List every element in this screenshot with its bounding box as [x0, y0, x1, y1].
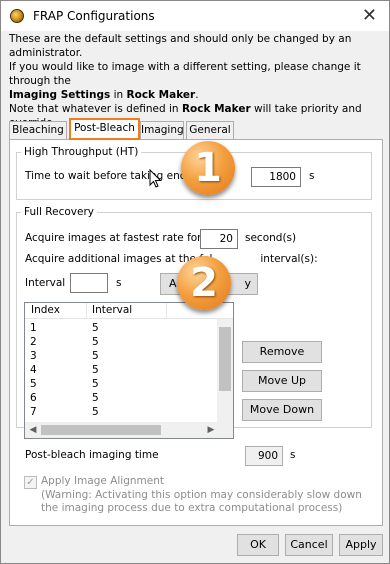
mouse-cursor-icon — [149, 169, 162, 188]
move-down-button[interactable]: Move Down — [242, 399, 322, 421]
interval-label: Interval — [25, 277, 66, 289]
tab-post-bleach[interactable]: Post-Bleach — [69, 119, 140, 140]
vertical-scrollbar[interactable] — [217, 319, 233, 423]
row-index: 4 — [30, 364, 37, 376]
callout-badge-1: 1 — [181, 141, 235, 195]
add-button-tail: y — [244, 277, 251, 290]
ok-button[interactable]: OK — [237, 534, 279, 556]
window-title: FRAP Configurations — [33, 9, 155, 23]
close-icon[interactable]: ✕ — [362, 5, 377, 26]
scroll-left-icon[interactable]: ◀ — [25, 422, 41, 438]
horizontal-scrollbar[interactable]: ◀ ▶ — [25, 422, 233, 438]
callout-number-2: 2 — [190, 260, 218, 306]
row-interval: 5 — [92, 406, 99, 418]
vertical-scroll-thumb[interactable] — [219, 327, 231, 391]
intro-line-1: These are the default settings and shoul… — [9, 33, 352, 59]
remove-button[interactable]: Remove — [242, 341, 322, 363]
additional-label-b: interval(s): — [260, 253, 318, 265]
scroll-right-icon[interactable]: ▶ — [203, 422, 219, 438]
title-bar: FRAP Configurations ✕ — [1, 1, 389, 31]
tab-imaging[interactable]: Imaging — [140, 121, 184, 139]
apply-button[interactable]: Apply — [339, 534, 383, 556]
row-interval: 5 — [92, 350, 99, 362]
post-bleach-time-unit: s — [290, 449, 296, 461]
wait-unit: s — [309, 170, 315, 182]
callout-badge-2: 2 — [177, 256, 231, 310]
fastest-rate-label: Acquire images at fastest rate for — [25, 232, 202, 244]
callout-number-1: 1 — [194, 145, 222, 191]
column-index[interactable]: Index — [25, 303, 87, 319]
fastest-rate-unit: second(s) — [245, 232, 297, 244]
row-interval: 5 — [92, 378, 99, 390]
row-index: 7 — [30, 406, 37, 418]
horizontal-scroll-thumb[interactable] — [41, 425, 161, 435]
ht-legend: High Throughput (HT) — [24, 146, 139, 158]
tab-general[interactable]: General — [186, 121, 234, 139]
row-index: 6 — [30, 392, 37, 404]
additional-images-label: Acquire additional images at the fol inte… — [25, 253, 318, 265]
intro-period: . — [195, 89, 199, 101]
alignment-warning-2: the imaging process due to extra computa… — [41, 502, 343, 514]
row-index: 2 — [30, 336, 37, 348]
frap-configurations-window: FRAP Configurations ✕ These are the defa… — [0, 0, 390, 564]
intro-line-2: If you would like to image with a differ… — [9, 61, 361, 87]
row-interval: 5 — [92, 392, 99, 404]
column-interval[interactable]: Interval — [87, 303, 167, 319]
row-index: 3 — [30, 350, 37, 362]
tab-bleaching[interactable]: Bleaching — [9, 121, 67, 139]
full-recovery-legend: Full Recovery — [24, 206, 94, 218]
interval-unit: s — [116, 277, 122, 289]
interval-list[interactable]: Index Interval 1 5 2 5 3 5 4 5 5 5 6 5 7 5 ◀ ▶ — [24, 302, 234, 439]
wait-time-input[interactable]: 1800 — [251, 167, 301, 187]
rock-maker-bold-2: Rock Maker — [181, 103, 251, 115]
post-bleach-time-label: Post-bleach imaging time — [25, 449, 159, 461]
post-bleach-panel: High Throughput (HT) Time to wait before… — [9, 139, 383, 526]
wait-label: Time to wait before taking end-s — [25, 170, 196, 182]
rock-maker-bold: Rock Maker — [126, 89, 196, 101]
fastest-rate-input[interactable]: 20 — [200, 229, 238, 249]
interval-input[interactable] — [70, 273, 108, 293]
row-interval: 5 — [92, 336, 99, 348]
wait-label-a: Time to wait before taking — [25, 170, 164, 182]
imaging-settings-bold: Imaging Settings — [9, 89, 111, 101]
apply-alignment-label: Apply Image Alignment — [41, 475, 165, 487]
app-icon — [10, 9, 24, 23]
row-interval: 5 — [92, 322, 99, 334]
row-index: 5 — [30, 378, 37, 390]
cancel-button[interactable]: Cancel — [285, 534, 333, 556]
intro-note: Note that whatever is defined in — [9, 103, 182, 115]
row-interval: 5 — [92, 364, 99, 376]
intro-line-2b: Imaging Settings in Rock Maker. — [9, 88, 385, 102]
alignment-warning-1: (Warning: Activating this option may con… — [41, 489, 362, 501]
apply-alignment-checkbox[interactable]: ✓ — [24, 476, 37, 489]
post-bleach-time-input[interactable]: 900 — [245, 446, 283, 466]
row-index: 1 — [30, 322, 37, 334]
intro-in: in — [110, 89, 127, 101]
move-up-button[interactable]: Move Up — [242, 370, 322, 392]
